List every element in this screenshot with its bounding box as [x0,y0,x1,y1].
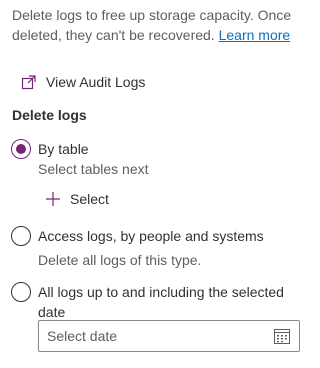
plus-icon [45,191,61,207]
delete-logs-panel: Delete logs to free up storage capacity.… [0,0,320,368]
by-table-description: Select tables next [38,161,149,177]
radio-by-table[interactable]: By table [11,139,89,159]
radio-access-logs-button[interactable] [11,226,31,246]
intro-text: Delete logs to free up storage capacity.… [12,5,312,45]
learn-more-link[interactable]: Learn more [219,27,291,43]
radio-by-table-label: By table [38,141,89,157]
access-logs-description: Delete all logs of this type. [38,252,202,268]
delete-logs-title: Delete logs [12,107,87,123]
date-picker[interactable] [38,320,300,352]
radio-access-logs[interactable]: Access logs, by people and systems [11,226,264,246]
radio-all-logs-label: All logs up to and including the selecte… [38,284,284,320]
date-input[interactable] [47,328,273,344]
radio-by-table-button[interactable] [11,139,31,159]
radio-access-logs-label: Access logs, by people and systems [38,228,264,244]
radio-all-logs-by-date[interactable]: All logs up to and including the selecte… [11,282,301,322]
external-link-icon [21,74,37,90]
select-tables-label: Select [70,191,109,207]
radio-all-logs-button[interactable] [11,282,31,302]
select-tables-button[interactable]: Select [45,188,109,210]
view-audit-logs-link[interactable]: View Audit Logs [21,71,145,93]
calendar-icon[interactable] [273,327,291,345]
view-audit-logs-label: View Audit Logs [46,74,146,90]
